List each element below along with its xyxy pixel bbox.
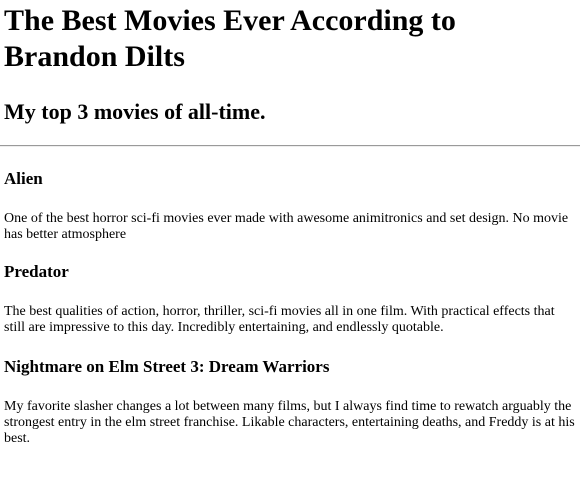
page-subtitle: My top 3 movies of all-time. (4, 99, 266, 124)
movie-description: The best qualities of action, horror, th… (4, 304, 555, 335)
movie-entry-predator: Predator The best qualities of action, h… (4, 262, 576, 336)
divider (0, 145, 580, 147)
movie-title: Alien (4, 169, 43, 188)
movie-title: Predator (4, 262, 69, 281)
movie-description: One of the best horror sci-fi movies eve… (4, 211, 569, 242)
page-title: The Best Movies Ever According to Brando… (4, 4, 456, 73)
page-content: The Best Movies Ever According to Brando… (0, 3, 580, 447)
movie-title: Nightmare on Elm Street 3: Dream Warrior… (4, 357, 330, 376)
movie-entry-nightmare-on-elm-street-3: Nightmare on Elm Street 3: Dream Warrior… (4, 357, 576, 447)
movie-entry-alien: Alien One of the best horror sci-fi movi… (4, 169, 576, 243)
movie-description: My favorite slasher changes a lot betwee… (4, 399, 575, 446)
